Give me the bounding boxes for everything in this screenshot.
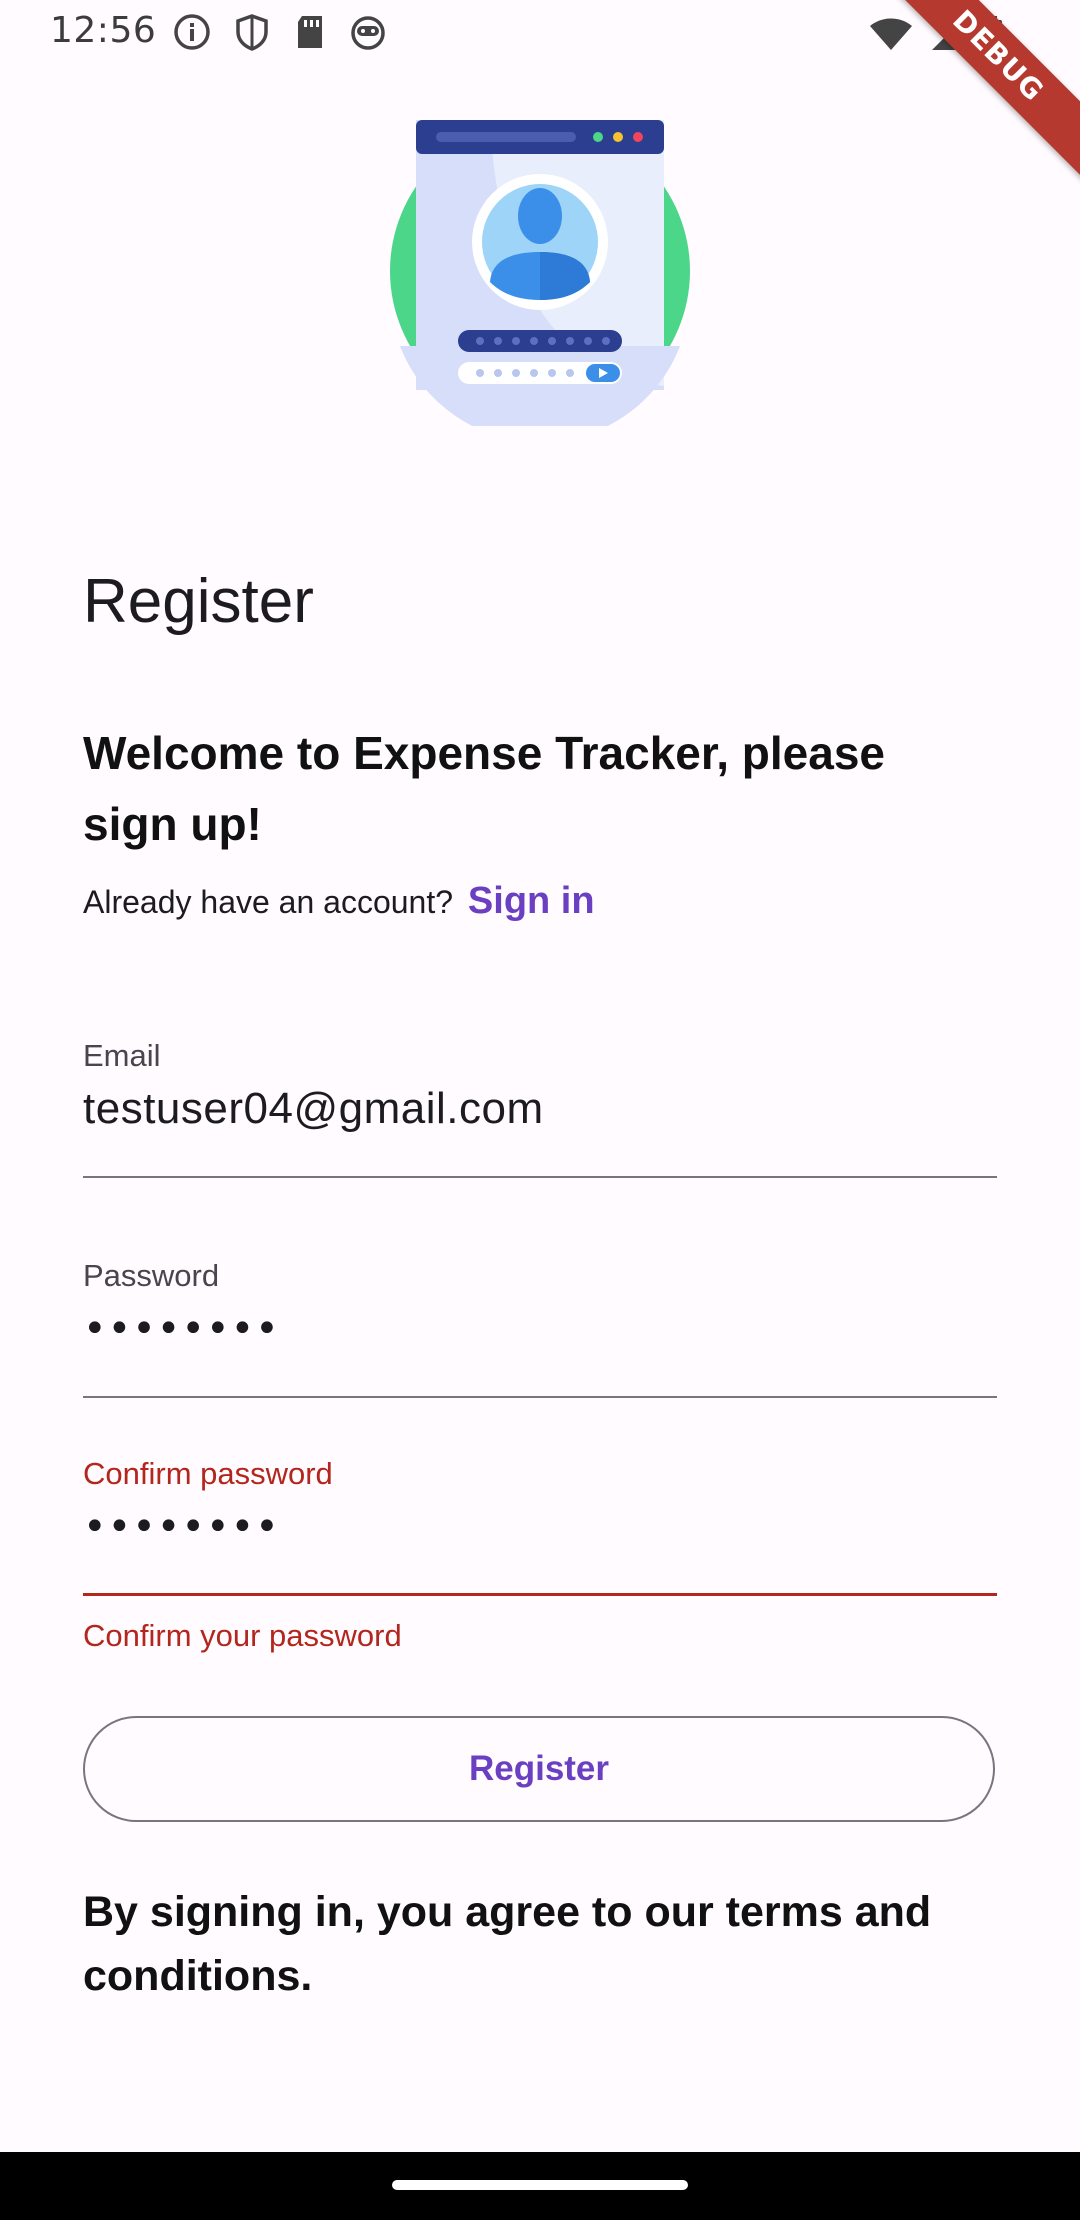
email-label: Email [83,1038,161,1073]
status-time: 12:56 [50,10,157,51]
confirm-password-field[interactable]: Confirm password •••••••• [83,1456,997,1598]
password-underline [83,1396,997,1398]
home-gesture-handle[interactable] [392,2180,688,2190]
wifi-icon [870,18,912,50]
email-input[interactable]: testuser04@gmail.com [83,1084,997,1134]
confirm-password-underline [83,1593,997,1596]
email-underline [83,1176,997,1178]
page-title: Register [83,567,314,636]
sign-in-link[interactable]: Sign in [468,880,595,922]
info-icon [174,14,210,50]
terms-text: By signing in, you agree to our terms an… [83,1888,932,2000]
confirm-password-input[interactable]: •••••••• [83,1504,997,1550]
shield-icon [236,14,268,51]
register-button[interactable]: Register [83,1716,995,1822]
email-field[interactable]: Email testuser04@gmail.com [83,1038,997,1180]
password-field[interactable]: Password •••••••• [83,1258,997,1400]
welcome-heading: Welcome to Expense Tracker, please sign … [83,727,886,850]
password-input[interactable]: •••••••• [83,1306,997,1352]
user-profile-illustration [390,120,690,426]
status-icons-left [172,12,388,52]
navigation-bar [0,2152,1080,2220]
confirm-password-error: Confirm your password [83,1618,402,1653]
signin-prompt: Already have an account? [83,884,454,920]
sd-card-icon [298,16,322,48]
password-label: Password [83,1258,220,1293]
confirm-password-label: Confirm password [83,1456,333,1491]
bot-icon [351,16,385,50]
signin-row: Already have an account? Sign in [83,880,595,923]
